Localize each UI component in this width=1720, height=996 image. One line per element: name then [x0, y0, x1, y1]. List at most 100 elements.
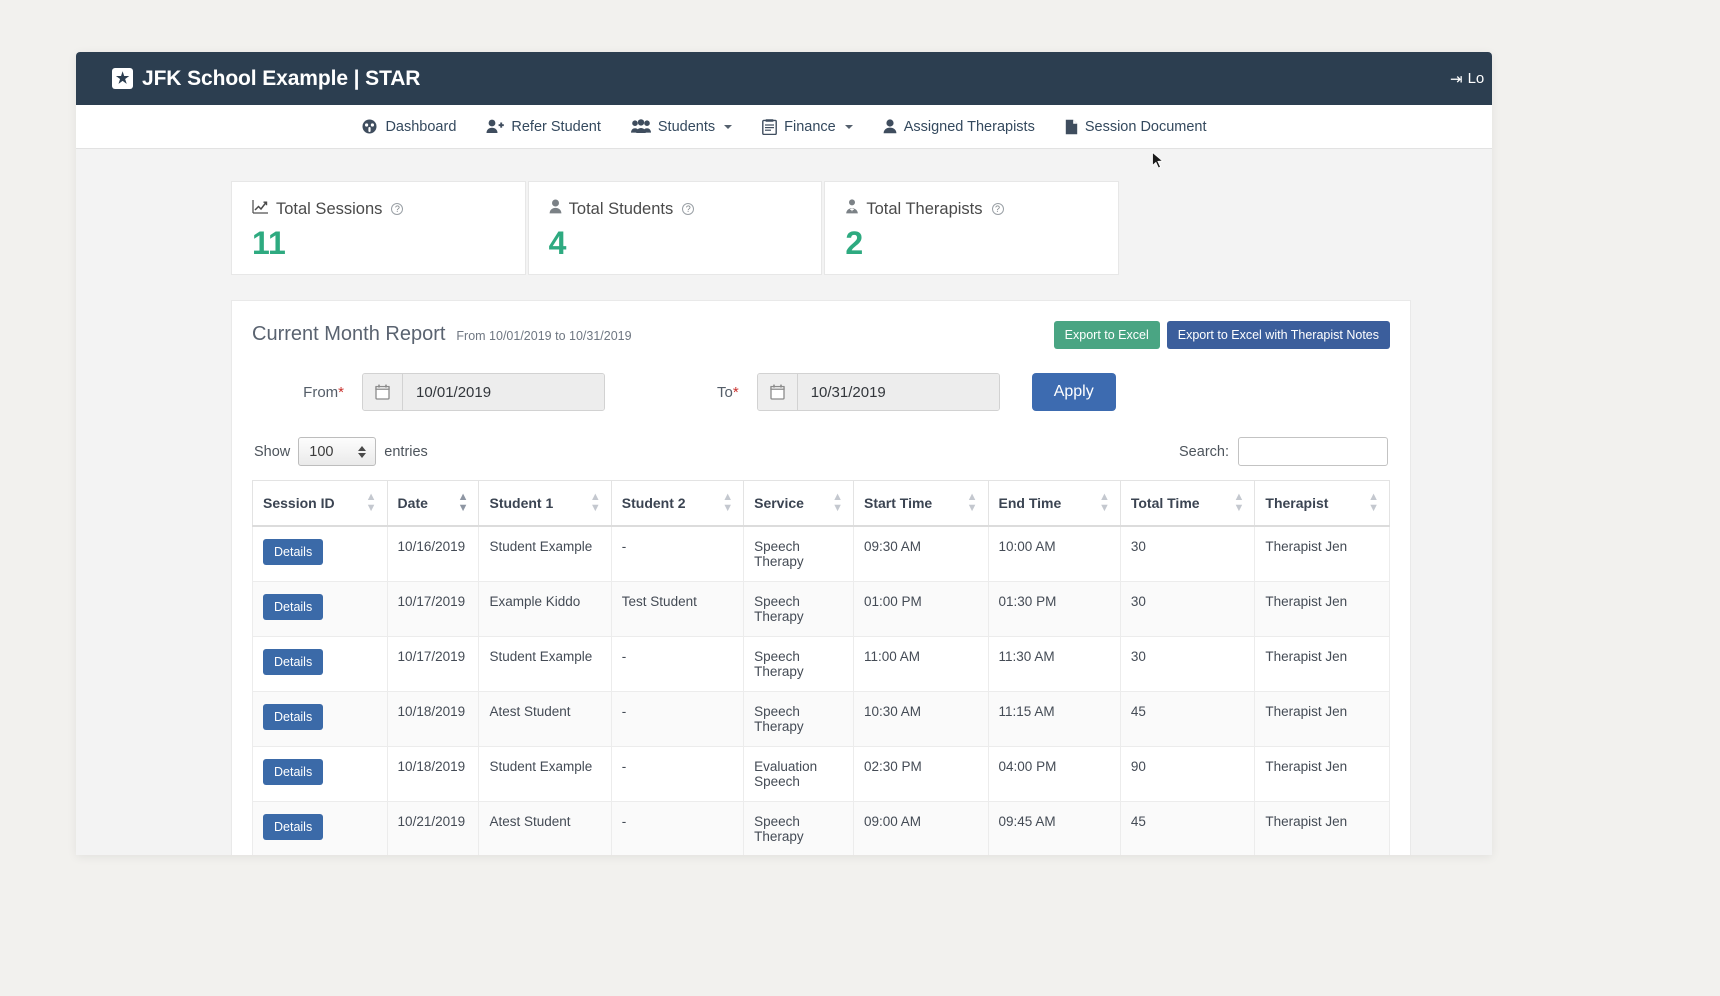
stat-card-title: Total Sessions: [276, 199, 383, 218]
to-date-field[interactable]: 10/31/2019: [756, 373, 1000, 411]
column-header-start-time[interactable]: Start Time ▲ ▼: [852, 480, 989, 527]
column-header-student-1[interactable]: Student 1 ▲ ▼: [478, 480, 612, 527]
stat-card-total-students: Total Students ? 4: [527, 181, 823, 275]
cell-total-time: 45: [1119, 691, 1256, 747]
report-header: Current Month Report From 10/01/2019 to …: [252, 321, 1390, 353]
cell-student-1: Example Kiddo: [478, 581, 612, 637]
cell-service: Speech Therapy: [743, 636, 854, 692]
table-body: Details 10/16/2019 Student Example - Spe…: [252, 525, 1390, 855]
table-row: Details 10/18/2019 Atest Student - Speec…: [252, 691, 1390, 747]
cell-start-time: 09:30 AM: [852, 525, 989, 582]
logout-button[interactable]: ⇥ Lo: [1450, 70, 1484, 88]
column-label: Service: [754, 495, 804, 511]
cell-therapist: Therapist Jen: [1254, 746, 1390, 802]
from-date-field[interactable]: 10/01/2019: [362, 373, 605, 411]
chart-line-icon: [252, 199, 269, 219]
cell-student-2: -: [610, 525, 745, 582]
details-button[interactable]: Details: [263, 594, 324, 620]
sort-icon: ▲ ▼: [365, 491, 377, 514]
cell-student-2: -: [610, 636, 745, 692]
cell-start-time: 01:00 PM: [852, 581, 989, 637]
sort-icon: ▲ ▼: [1368, 491, 1379, 514]
cell-start-time: 02:30 PM: [852, 746, 989, 802]
column-header-session-id[interactable]: Session ID ▲ ▼: [252, 480, 388, 527]
report-actions: Export to Excel Export to Excel with The…: [1053, 321, 1390, 349]
table-row: Details 10/21/2019 Atest Student - Speec…: [252, 801, 1390, 855]
stat-card-title: Total Therapists: [866, 199, 983, 218]
details-button[interactable]: Details: [263, 704, 324, 730]
column-header-therapist[interactable]: Therapist ▲ ▼: [1254, 480, 1390, 527]
calendar-icon[interactable]: [363, 374, 403, 410]
details-button[interactable]: Details: [263, 814, 324, 840]
calendar-icon[interactable]: [757, 374, 798, 410]
sort-icon: ▲ ▼: [1233, 491, 1245, 514]
help-icon[interactable]: ?: [682, 203, 695, 215]
stat-card-title: Total Students: [568, 199, 674, 218]
cell-service: Speech Therapy: [743, 691, 854, 747]
help-icon[interactable]: ?: [391, 203, 404, 215]
cell-end-time: 11:30 AM: [987, 636, 1121, 692]
help-icon[interactable]: ?: [991, 203, 1004, 215]
required-asterisk: *: [338, 383, 344, 401]
show-label: Show: [254, 443, 291, 460]
from-label: From*: [252, 384, 362, 401]
from-date-value[interactable]: 10/01/2019: [403, 374, 604, 410]
nav-item-finance[interactable]: Finance: [762, 119, 853, 135]
column-label: Total Time: [1130, 495, 1200, 511]
column-header-student-2[interactable]: Student 2 ▲ ▼: [610, 480, 745, 527]
nav-item-refer-student[interactable]: Refer Student: [486, 118, 601, 135]
chevron-down-icon: [844, 124, 853, 129]
cell-student-2: -: [610, 801, 745, 855]
nav-item-students[interactable]: Students: [630, 118, 733, 135]
nav-label: Refer Student: [511, 118, 601, 135]
cell-student-1: Student Example: [478, 746, 612, 802]
stat-card-value: 2: [845, 225, 864, 261]
cell-start-time: 09:00 AM: [852, 801, 989, 855]
column-label: Date: [397, 495, 428, 511]
column-header-date[interactable]: Date ▲ ▼: [386, 480, 480, 527]
brand-bar: ★ JFK School Example | STAR ⇥ Lo: [76, 52, 1492, 105]
stat-card-header: Total Sessions ?: [252, 199, 505, 219]
column-label: End Time: [998, 495, 1062, 511]
app-window: ★ JFK School Example | STAR ⇥ Lo Dashboa…: [76, 52, 1492, 855]
details-button[interactable]: Details: [263, 539, 324, 565]
nav-item-dashboard[interactable]: Dashboard: [361, 119, 456, 135]
content-area: Total Sessions ? 11 Total Students ? 4 T…: [76, 149, 1492, 855]
details-button[interactable]: Details: [263, 759, 324, 785]
screen: ★ JFK School Example | STAR ⇥ Lo Dashboa…: [0, 0, 1720, 996]
column-header-service[interactable]: Service ▲ ▼: [743, 480, 854, 527]
search-input[interactable]: [1238, 437, 1388, 466]
report-date-range: From 10/01/2019 to 10/31/2019: [456, 329, 632, 343]
cell-total-time: 90: [1119, 746, 1256, 802]
cell-start-time: 10:30 AM: [852, 691, 989, 747]
apply-button[interactable]: Apply: [1031, 373, 1116, 411]
nav-label: Students: [657, 118, 716, 135]
to-label: To*: [717, 384, 757, 401]
page-size-select[interactable]: 100: [298, 437, 377, 466]
page-size-value: 100: [309, 443, 334, 460]
export-to-excel-with-notes-button[interactable]: Export to Excel with Therapist Notes: [1166, 321, 1390, 349]
user-icon: [883, 119, 897, 134]
apply-wrapper: Apply: [1031, 373, 1116, 411]
cell-student-2: -: [610, 691, 745, 747]
cell-therapist: Therapist Jen: [1254, 525, 1390, 582]
column-header-end-time[interactable]: End Time ▲ ▼: [987, 480, 1121, 527]
nav-item-assigned-therapists[interactable]: Assigned Therapists: [883, 119, 1035, 135]
cell-details: Details: [252, 636, 388, 692]
export-to-excel-button[interactable]: Export to Excel: [1053, 321, 1160, 349]
sort-icon-active: ▲ ▼: [457, 491, 469, 514]
cell-date: 10/18/2019: [386, 746, 480, 802]
details-button[interactable]: Details: [263, 649, 324, 675]
search-control: Search:: [1179, 437, 1388, 466]
cell-end-time: 04:00 PM: [987, 746, 1121, 802]
cell-therapist: Therapist Jen: [1254, 801, 1390, 855]
nav-item-session-document[interactable]: Session Document: [1065, 119, 1207, 135]
to-date-value[interactable]: 10/31/2019: [797, 374, 999, 410]
date-filter-row: From* 10/01/2019 To* 10/31/2019 Apply: [252, 373, 1390, 411]
brand-logo[interactable]: ★ JFK School Example | STAR: [112, 67, 420, 91]
table-row: Details 10/17/2019 Example Kiddo Test St…: [252, 581, 1390, 637]
to-label-text: To: [717, 383, 733, 401]
cell-student-2: Test Student: [610, 581, 745, 637]
column-header-total-time[interactable]: Total Time ▲ ▼: [1119, 480, 1256, 527]
table-controls: Show 100 entries Search:: [252, 437, 1390, 466]
